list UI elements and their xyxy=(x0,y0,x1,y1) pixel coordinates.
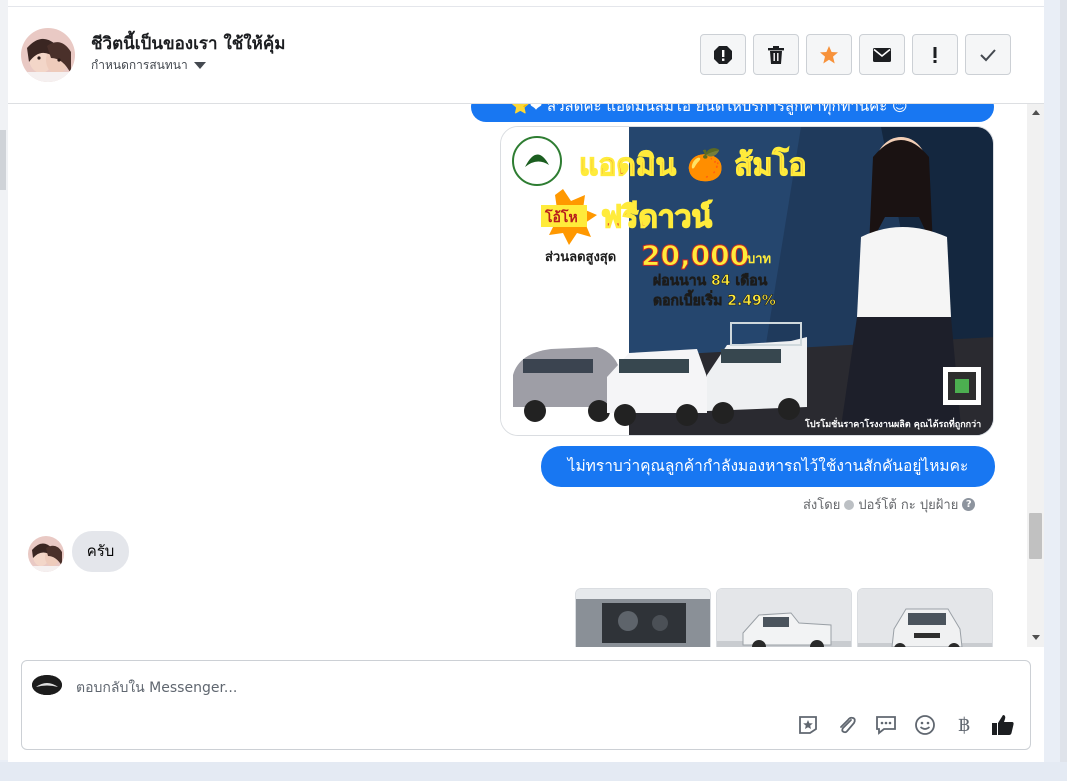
spam-button[interactable] xyxy=(700,34,746,75)
promo-badge: โอ้โห xyxy=(544,208,578,226)
message-thread: ⭐❤ สวัสดีค่ะ แอดมินส้มโอ ยินดีให้บริการล… xyxy=(8,104,1044,647)
incoming-message: ครับ xyxy=(72,531,129,572)
sent-by-name[interactable]: ปอร์โต้ กะ ปุยฝ้าย xyxy=(858,494,958,515)
contact-avatar[interactable] xyxy=(21,28,75,82)
right-edge-strip xyxy=(1060,0,1067,781)
scroll-down-arrow-icon[interactable] xyxy=(1032,635,1040,640)
envelope-icon xyxy=(873,47,891,62)
promo-headline: แอดมิน 🍊 ส้มโอ xyxy=(579,146,807,183)
sent-by-prefix: ส่งโดย xyxy=(803,498,841,513)
car-photo-side[interactable] xyxy=(716,588,852,647)
caret-down-icon xyxy=(193,62,206,69)
promo-image[interactable]: แอดมิน 🍊 ส้มโอ โอ้โห ฟรีดาวน์ ส่วนลดสูงส… xyxy=(500,126,994,436)
page-avatar xyxy=(32,675,62,695)
mark-unread-button[interactable] xyxy=(859,34,905,75)
left-edge-mark xyxy=(0,130,6,190)
emoji-icon xyxy=(915,715,935,735)
spam-icon xyxy=(714,45,732,64)
conversation-settings-label: กำหนดการสนทนา xyxy=(91,58,188,72)
important-button[interactable] xyxy=(912,34,958,75)
attachment-icon xyxy=(840,716,856,734)
saved-reply-button[interactable] xyxy=(874,713,898,737)
car-photo-engine[interactable] xyxy=(575,588,711,647)
sender-avatar[interactable] xyxy=(28,536,64,572)
conversation-header: ชีวิตนี้เป็นของเรา ใช้ให้คุ้ม กำหนดการสน… xyxy=(8,0,1044,104)
sticker-button[interactable] xyxy=(796,713,820,737)
verified-icon xyxy=(844,499,855,510)
bottom-band xyxy=(0,762,1067,781)
scrollbar-thumb[interactable] xyxy=(1029,513,1042,559)
help-icon[interactable]: ? xyxy=(962,498,976,511)
sent-by-info: ส่งโดย ปอร์โต้ กะ ปุยฝ้าย ? xyxy=(803,494,976,515)
important-icon xyxy=(933,46,937,63)
scroll-up-arrow-icon[interactable] xyxy=(1032,110,1040,115)
outgoing-message-question: ไม่ทราบว่าคุณลูกค้ากำลังมองหารถไว้ใช้งาน… xyxy=(541,446,995,487)
payment-button[interactable]: ฿ xyxy=(952,713,976,737)
conversation-title: ชีวิตนี้เป็นของเรา ใช้ให้คุ้ม xyxy=(91,34,286,54)
header-actions xyxy=(700,34,1011,75)
trash-icon xyxy=(768,45,784,64)
delete-button[interactable] xyxy=(753,34,799,75)
promo-discount-unit: บาท xyxy=(747,252,771,267)
header-top-divider xyxy=(8,6,1044,7)
check-icon xyxy=(980,48,996,61)
promo-discount-label: ส่วนลดสูงสุด xyxy=(545,250,616,265)
promo-free-down: ฟรีดาวน์ xyxy=(601,200,713,235)
thread-scrollbar[interactable] xyxy=(1027,104,1044,647)
composer-tools: ฿ xyxy=(796,713,1015,737)
promo-installment: ผ่อนนาน 84 เดือน xyxy=(653,273,768,289)
baht-icon: ฿ xyxy=(957,714,971,736)
star-button[interactable] xyxy=(806,34,852,75)
car-photo-front[interactable] xyxy=(857,588,993,647)
reply-input[interactable]: ตอบกลับใน Messenger... xyxy=(76,677,237,699)
star-icon xyxy=(820,45,838,63)
promo-discount-value: 20,000 xyxy=(641,239,749,272)
emoji-button[interactable] xyxy=(913,713,937,737)
done-button[interactable] xyxy=(965,34,1011,75)
outgoing-message-greeting: ⭐❤ สวัสดีค่ะ แอดมินส้มโอ ยินดีให้บริการล… xyxy=(471,104,994,122)
right-edge xyxy=(1044,0,1067,781)
like-icon xyxy=(992,715,1014,735)
reply-composer: ตอบกลับใน Messenger... ฿ xyxy=(21,660,1031,750)
left-edge xyxy=(0,0,8,760)
conversation-settings-dropdown[interactable]: กำหนดการสนทนา xyxy=(91,56,206,75)
conversation-panel: ชีวิตนี้เป็นของเรา ใช้ให้คุ้ม กำหนดการสน… xyxy=(8,0,1044,762)
attachment-button[interactable] xyxy=(835,713,859,737)
sticker-icon xyxy=(799,716,817,734)
saved-reply-icon xyxy=(876,716,896,735)
like-button[interactable] xyxy=(991,713,1015,737)
